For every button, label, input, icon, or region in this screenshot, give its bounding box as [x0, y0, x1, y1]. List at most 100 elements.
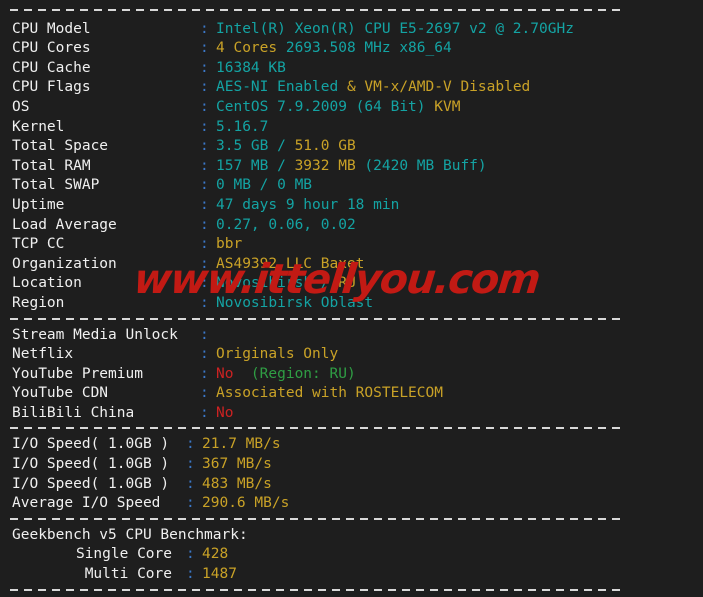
- row-total-space: Total Space:3.5 GB / 51.0 GB: [0, 137, 703, 157]
- value-total-ram-buff: (2420 MB Buff): [355, 157, 487, 174]
- label-io-speed-average: Average I/O Speed: [12, 495, 161, 512]
- row-cpu-cache: CPU Cache:16384 KB: [0, 59, 703, 79]
- colon-separator: :: [200, 346, 209, 363]
- colon-separator: :: [186, 495, 195, 512]
- colon-separator: :: [186, 456, 195, 473]
- colon-separator: :: [200, 40, 209, 57]
- separator-top: [0, 0, 703, 20]
- value-location-city: Novosibirsk /: [216, 275, 339, 292]
- label-io-speed-1: I/O Speed( 1.0GB ): [12, 436, 170, 453]
- row-io-speed-1: I/O Speed( 1.0GB ):21.7 MB/s: [0, 435, 703, 455]
- value-cpu-cache: 16384 KB: [216, 59, 286, 76]
- colon-separator: :: [200, 59, 209, 76]
- label-total-ram: Total RAM: [12, 157, 91, 174]
- label-bilibili-china: BiliBili China: [12, 404, 135, 421]
- value-total-swap: 0 MB / 0 MB: [216, 177, 313, 194]
- row-cpu-flags: CPU Flags: AES-NI Enabled & VM-x/AMD-V Di…: [0, 78, 703, 98]
- row-geekbench-single-core: Single Core:428: [0, 545, 703, 565]
- value-cpu-cores-count: 4 Cores: [216, 40, 278, 57]
- label-cpu-flags: CPU Flags: [12, 79, 91, 96]
- value-youtube-premium-region: (Region: RU): [233, 365, 356, 382]
- value-os-name: CentOS 7.9.2009 (64 Bit): [216, 98, 435, 115]
- label-organization: Organization: [12, 255, 117, 272]
- value-cpu-flags-aes: AES-NI Enabled: [216, 79, 347, 96]
- label-single-core: Single Core: [75, 546, 172, 563]
- value-region: Novosibirsk Oblast: [216, 294, 374, 311]
- row-organization: Organization: AS49392 LLC Baxet: [0, 255, 703, 275]
- row-location: Location: Novosibirsk / RU: [0, 274, 703, 294]
- colon-separator: :: [200, 404, 209, 421]
- label-uptime: Uptime: [12, 196, 65, 213]
- label-tcp-cc: TCP CC: [12, 236, 65, 253]
- colon-separator: :: [200, 157, 209, 174]
- label-cpu-model: CPU Model: [12, 20, 91, 37]
- colon-separator: :: [200, 385, 209, 402]
- colon-separator: :: [186, 436, 195, 453]
- row-os: OS: CentOS 7.9.2009 (64 Bit) KVM: [0, 98, 703, 118]
- colon-separator: :: [200, 118, 209, 135]
- row-uptime: Uptime:47 days 9 hour 18 min: [0, 196, 703, 216]
- value-total-ram-total: 3932 MB: [294, 157, 356, 174]
- label-stream-media-unlock: Stream Media Unlock: [12, 326, 178, 343]
- label-io-speed-3: I/O Speed( 1.0GB ): [12, 475, 170, 492]
- colon-separator: :: [200, 236, 209, 253]
- colon-separator: :: [200, 326, 209, 343]
- value-bilibili-china: No: [216, 404, 234, 421]
- value-total-space-total: 51.0 GB: [294, 138, 356, 155]
- label-kernel: Kernel: [12, 118, 65, 135]
- value-cpu-model: Intel(R) Xeon(R) CPU E5-2697 v2 @ 2.70GH…: [216, 20, 574, 37]
- label-io-speed-2: I/O Speed( 1.0GB ): [12, 456, 170, 473]
- row-bilibili-china: BiliBili China: No: [0, 404, 703, 424]
- row-io-speed-2: I/O Speed( 1.0GB ):367 MB/s: [0, 455, 703, 475]
- colon-separator: :: [200, 138, 209, 155]
- value-uptime: 47 days 9 hour 18 min: [216, 196, 400, 213]
- row-cpu-cores: CPU Cores:4 Cores 2693.508 MHz x86_64: [0, 39, 703, 59]
- colon-separator: :: [200, 365, 209, 382]
- label-region: Region: [12, 294, 65, 311]
- colon-separator: :: [200, 177, 209, 194]
- colon-separator: :: [186, 566, 195, 583]
- row-geekbench-multi-core: Multi Core:1487: [0, 565, 703, 585]
- value-single-core: 428: [202, 546, 229, 563]
- separator-stream-media: [0, 314, 703, 326]
- value-cpu-cores-freq: 2693.508 MHz x86_64: [285, 40, 452, 57]
- colon-separator: :: [200, 216, 209, 233]
- value-organization: AS49392 LLC Baxet: [216, 255, 365, 272]
- value-io-speed-1: 21.7 MB/s: [202, 436, 281, 453]
- value-youtube-premium-status: No: [216, 365, 234, 382]
- label-total-swap: Total SWAP: [12, 177, 100, 194]
- colon-separator: :: [186, 546, 195, 563]
- label-os: OS: [12, 98, 30, 115]
- row-cpu-model: CPU Model: Intel(R) Xeon(R) CPU E5-2697 v…: [0, 20, 703, 40]
- value-io-speed-average: 290.6 MB/s: [202, 495, 290, 512]
- value-io-speed-2: 367 MB/s: [202, 456, 272, 473]
- value-location-country: RU: [338, 275, 356, 292]
- label-load-average: Load Average: [12, 216, 117, 233]
- row-netflix: Netflix: Originals Only: [0, 345, 703, 365]
- label-youtube-premium: YouTube Premium: [12, 365, 143, 382]
- row-youtube-premium: YouTube Premium: No (Region: RU): [0, 365, 703, 385]
- row-io-speed-average: Average I/O Speed:290.6 MB/s: [0, 494, 703, 514]
- colon-separator: :: [200, 196, 209, 213]
- row-region: Region: Novosibirsk Oblast: [0, 294, 703, 314]
- label-location: Location: [12, 275, 82, 292]
- row-total-swap: Total SWAP:0 MB / 0 MB: [0, 176, 703, 196]
- value-cpu-cores-detail: [277, 40, 286, 56]
- value-multi-core: 1487: [202, 566, 237, 583]
- value-load-average: 0.27, 0.06, 0.02: [216, 216, 356, 233]
- value-netflix: Originals Only: [216, 346, 339, 363]
- row-stream-media-heading: Stream Media Unlock:: [0, 326, 703, 346]
- label-youtube-cdn: YouTube CDN: [12, 385, 109, 402]
- value-os-virt: KVM: [434, 98, 461, 115]
- label-cpu-cores: CPU Cores: [12, 40, 91, 57]
- row-io-speed-3: I/O Speed( 1.0GB ):483 MB/s: [0, 475, 703, 495]
- label-netflix: Netflix: [12, 346, 74, 363]
- terminal-output: CPU Model: Intel(R) Xeon(R) CPU E5-2697 v…: [0, 0, 703, 593]
- value-cpu-flags-amp: &: [346, 79, 365, 96]
- value-youtube-cdn: Associated with ROSTELECOM: [216, 385, 443, 402]
- geekbench-title: Geekbench v5 CPU Benchmark:: [12, 526, 248, 543]
- label-multi-core: Multi Core: [84, 566, 172, 583]
- value-kernel: 5.16.7: [216, 118, 269, 135]
- separator-geekbench: [0, 514, 703, 526]
- colon-separator: :: [200, 79, 209, 96]
